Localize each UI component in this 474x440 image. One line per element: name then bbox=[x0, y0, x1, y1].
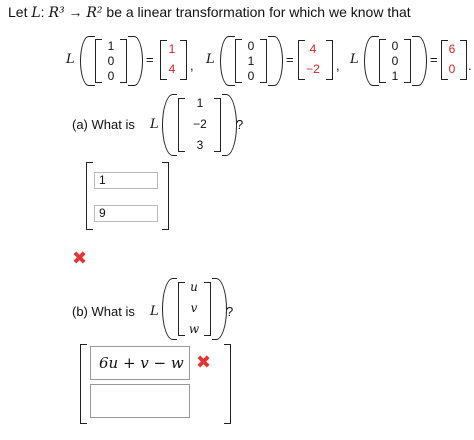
bracket-right bbox=[204, 282, 211, 336]
input-vector: 0 1 0 bbox=[247, 39, 255, 83]
bracket-left bbox=[235, 39, 242, 83]
period: . bbox=[468, 58, 472, 73]
bracket-right bbox=[326, 40, 333, 80]
paren-left bbox=[364, 36, 379, 86]
bracket-left bbox=[379, 39, 386, 83]
bracket-left bbox=[95, 39, 102, 83]
paren-left bbox=[80, 36, 95, 86]
paren-right bbox=[128, 36, 143, 86]
equals-sign: = bbox=[286, 52, 294, 67]
paren-right bbox=[222, 94, 237, 156]
bracket-right bbox=[120, 39, 127, 83]
x-mark-icon: ✖ bbox=[72, 248, 88, 268]
answer-a-row2-input[interactable]: 9 bbox=[94, 205, 158, 222]
comma: , bbox=[336, 58, 340, 73]
bracket-left bbox=[178, 282, 185, 336]
bracket-right bbox=[214, 98, 221, 152]
part-a-question: (a) What is L 1 −2 3 ? bbox=[0, 92, 474, 156]
bracket-right bbox=[404, 39, 411, 83]
problem-statement: Let L: R³ → R² be a linear transformatio… bbox=[8, 4, 411, 21]
answer-a-row1-input[interactable]: 1 bbox=[94, 172, 158, 189]
answer-bracket-left bbox=[86, 162, 93, 230]
bracket-left bbox=[178, 98, 185, 152]
output-vector: 1 4 bbox=[168, 42, 176, 76]
vector-a: 1 −2 3 bbox=[193, 96, 207, 152]
part-b-question: (b) What is L u v w ? bbox=[0, 276, 474, 340]
answer-bracket-right bbox=[162, 162, 169, 230]
paren-right bbox=[212, 278, 227, 340]
map-label: L bbox=[206, 52, 215, 67]
output-vector: 4 −2 bbox=[306, 42, 320, 76]
paren-left bbox=[220, 36, 235, 86]
answer-bracket-right bbox=[224, 344, 231, 424]
answer-b-row1-input[interactable]: 6u + v − w bbox=[90, 346, 190, 380]
given-equations: L 1 0 0 = 1 4 , L 0 1 0 = 4 −2 , L 0 0 1… bbox=[0, 30, 474, 90]
answer-b-row2-input[interactable] bbox=[90, 384, 190, 418]
equals-sign: = bbox=[430, 52, 438, 67]
bracket-right bbox=[180, 40, 187, 80]
paren-right bbox=[412, 36, 427, 86]
input-vector: 1 0 0 bbox=[107, 39, 115, 83]
paren-left bbox=[162, 94, 177, 156]
map-label: L bbox=[66, 52, 75, 67]
map-label: L bbox=[350, 52, 359, 67]
comma: , bbox=[190, 58, 194, 73]
vector-b: u v w bbox=[188, 280, 200, 336]
bracket-right bbox=[460, 40, 467, 80]
paren-right bbox=[268, 36, 283, 86]
bracket-right bbox=[260, 39, 267, 83]
input-vector: 0 0 1 bbox=[391, 39, 399, 83]
equals-sign: = bbox=[146, 52, 154, 67]
answer-bracket-left bbox=[80, 344, 87, 424]
x-mark-icon: ✖ bbox=[196, 352, 212, 372]
output-vector: 6 0 bbox=[448, 42, 456, 76]
paren-left bbox=[162, 278, 177, 340]
